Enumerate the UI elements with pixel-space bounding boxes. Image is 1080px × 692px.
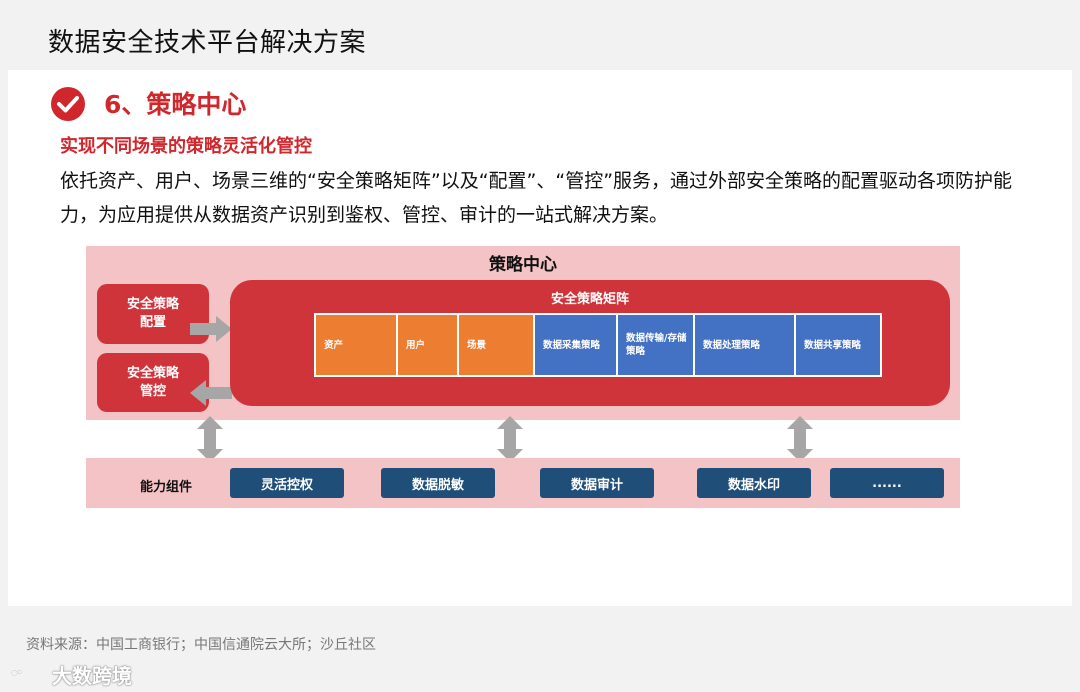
- double-arrow-vertical-icon: [787, 416, 813, 462]
- double-arrow-vertical-icon: [497, 416, 523, 462]
- capability-more: ......: [830, 468, 944, 498]
- page-title: 数据安全技术平台解决方案: [48, 28, 367, 58]
- matrix-cell-collection-policy: 数据采集策略: [535, 315, 618, 375]
- capability-data-audit: 数据审计: [540, 468, 654, 498]
- matrix-cell-transfer-storage-policy: 数据传输/存储策略: [618, 315, 695, 375]
- strategy-center-title: 策略中心: [489, 255, 557, 275]
- policy-matrix-title: 安全策略矩阵: [550, 292, 629, 307]
- matrix-cell-assets: 资产: [316, 315, 398, 375]
- capability-data-watermark: 数据水印: [697, 468, 811, 498]
- arrow-left-icon: [190, 380, 232, 406]
- policy-matrix-row: 资产 用户 场景 数据采集策略 数据传输/存储策略 数据处理策略 数据共享策略: [314, 313, 882, 377]
- watermark-logo-icon: [11, 669, 22, 677]
- ability-components-label: 能力组件: [140, 480, 193, 495]
- section-description: 依托资产、用户、场景三维的“安全策略矩阵”以及“配置”、“管控”服务，通过外部安…: [60, 170, 1013, 226]
- arrow-right-icon: [190, 316, 232, 342]
- check-circle-icon: [51, 87, 85, 121]
- capability-data-masking: 数据脱敏: [381, 468, 495, 498]
- double-arrow-vertical-icon: [197, 416, 223, 462]
- matrix-cell-scenes: 场景: [459, 315, 535, 375]
- matrix-cell-processing-policy: 数据处理策略: [695, 315, 796, 375]
- watermark-text: 大数跨境: [52, 664, 132, 688]
- ability-components-bar: [86, 458, 960, 508]
- capability-flexible-access-control: 灵活控权: [230, 468, 344, 498]
- section-title: 6、策略中心: [104, 90, 247, 119]
- matrix-cell-sharing-policy: 数据共享策略: [796, 315, 880, 375]
- source-note: 资料来源：中国工商银行；中国信通院云大所；沙丘社区: [26, 637, 376, 653]
- matrix-cell-users: 用户: [398, 315, 459, 375]
- policy-control-label: 安全策略管控: [126, 365, 179, 399]
- section-subtitle: 实现不同场景的策略灵活化管控: [60, 136, 312, 157]
- policy-config-label: 安全策略配置: [126, 297, 179, 330]
